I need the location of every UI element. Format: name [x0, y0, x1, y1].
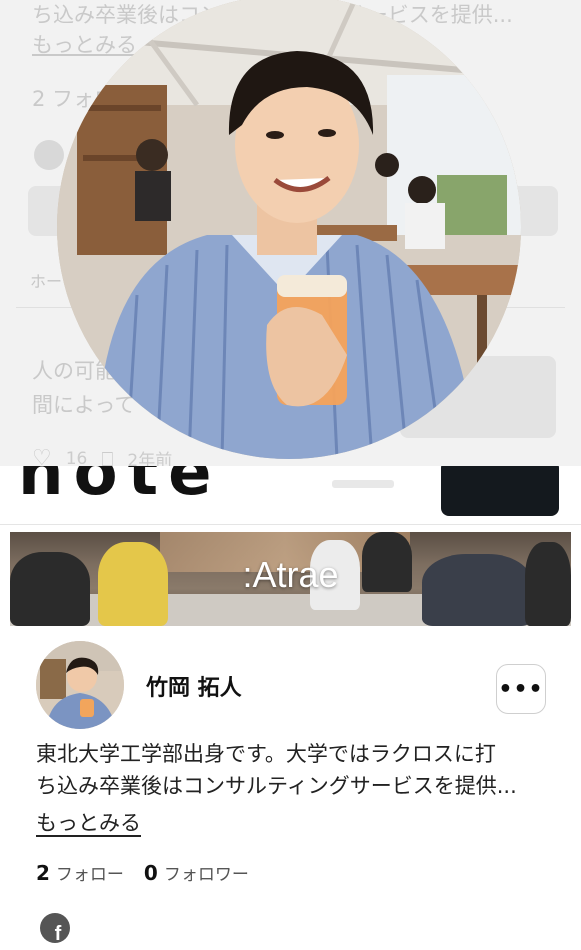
header-button[interactable]	[441, 466, 559, 516]
dim-article-meta: ♡ 16 ⎕ 2年前	[32, 446, 172, 466]
magazine-icon: ⎕	[101, 446, 114, 467]
header-divider	[0, 524, 581, 525]
following-count[interactable]: 2	[36, 861, 50, 885]
avatar-photo-large	[57, 0, 521, 459]
bio-line: ち込み卒業後はコンサルティングサービスを提供...	[36, 774, 517, 798]
follow-stats: 2 フォロー 0 フォロワー	[36, 860, 249, 885]
more-options-button[interactable]: •••	[496, 664, 546, 714]
site-header: note	[0, 466, 581, 526]
profile-bio: 東北大学工学部出身です。大学ではラクロスに打 ち込み卒業後はコンサルティングサー…	[36, 738, 556, 802]
dim-tab-home: ホー	[30, 272, 63, 291]
followers-count[interactable]: 0	[144, 861, 158, 885]
facebook-icon[interactable]: f	[40, 913, 70, 943]
dim-article-title: 間によって	[32, 393, 136, 417]
heart-icon: ♡	[32, 446, 52, 466]
dim-more-link: もっとみる	[32, 33, 137, 57]
see-more-link[interactable]: もっとみる	[36, 807, 141, 837]
dim-facebook-icon	[34, 140, 64, 170]
profile-name: 竹岡 拓人	[146, 676, 242, 701]
avatar-photo	[36, 641, 124, 729]
like-count: 16	[65, 448, 88, 467]
avatar[interactable]	[36, 641, 124, 729]
profile-banner: :Atrae	[10, 532, 571, 626]
enlarged-avatar[interactable]	[57, 0, 521, 459]
time-ago: 2年前	[127, 451, 173, 466]
note-logo[interactable]: note	[18, 466, 222, 510]
header-link[interactable]	[332, 480, 394, 488]
followers-label[interactable]: フォロワー	[164, 860, 249, 885]
banner-logo-text: :Atrae	[242, 554, 339, 595]
bio-line: 東北大学工学部出身です。大学ではラクロスに打	[36, 742, 496, 766]
following-label[interactable]: フォロー	[56, 860, 124, 885]
